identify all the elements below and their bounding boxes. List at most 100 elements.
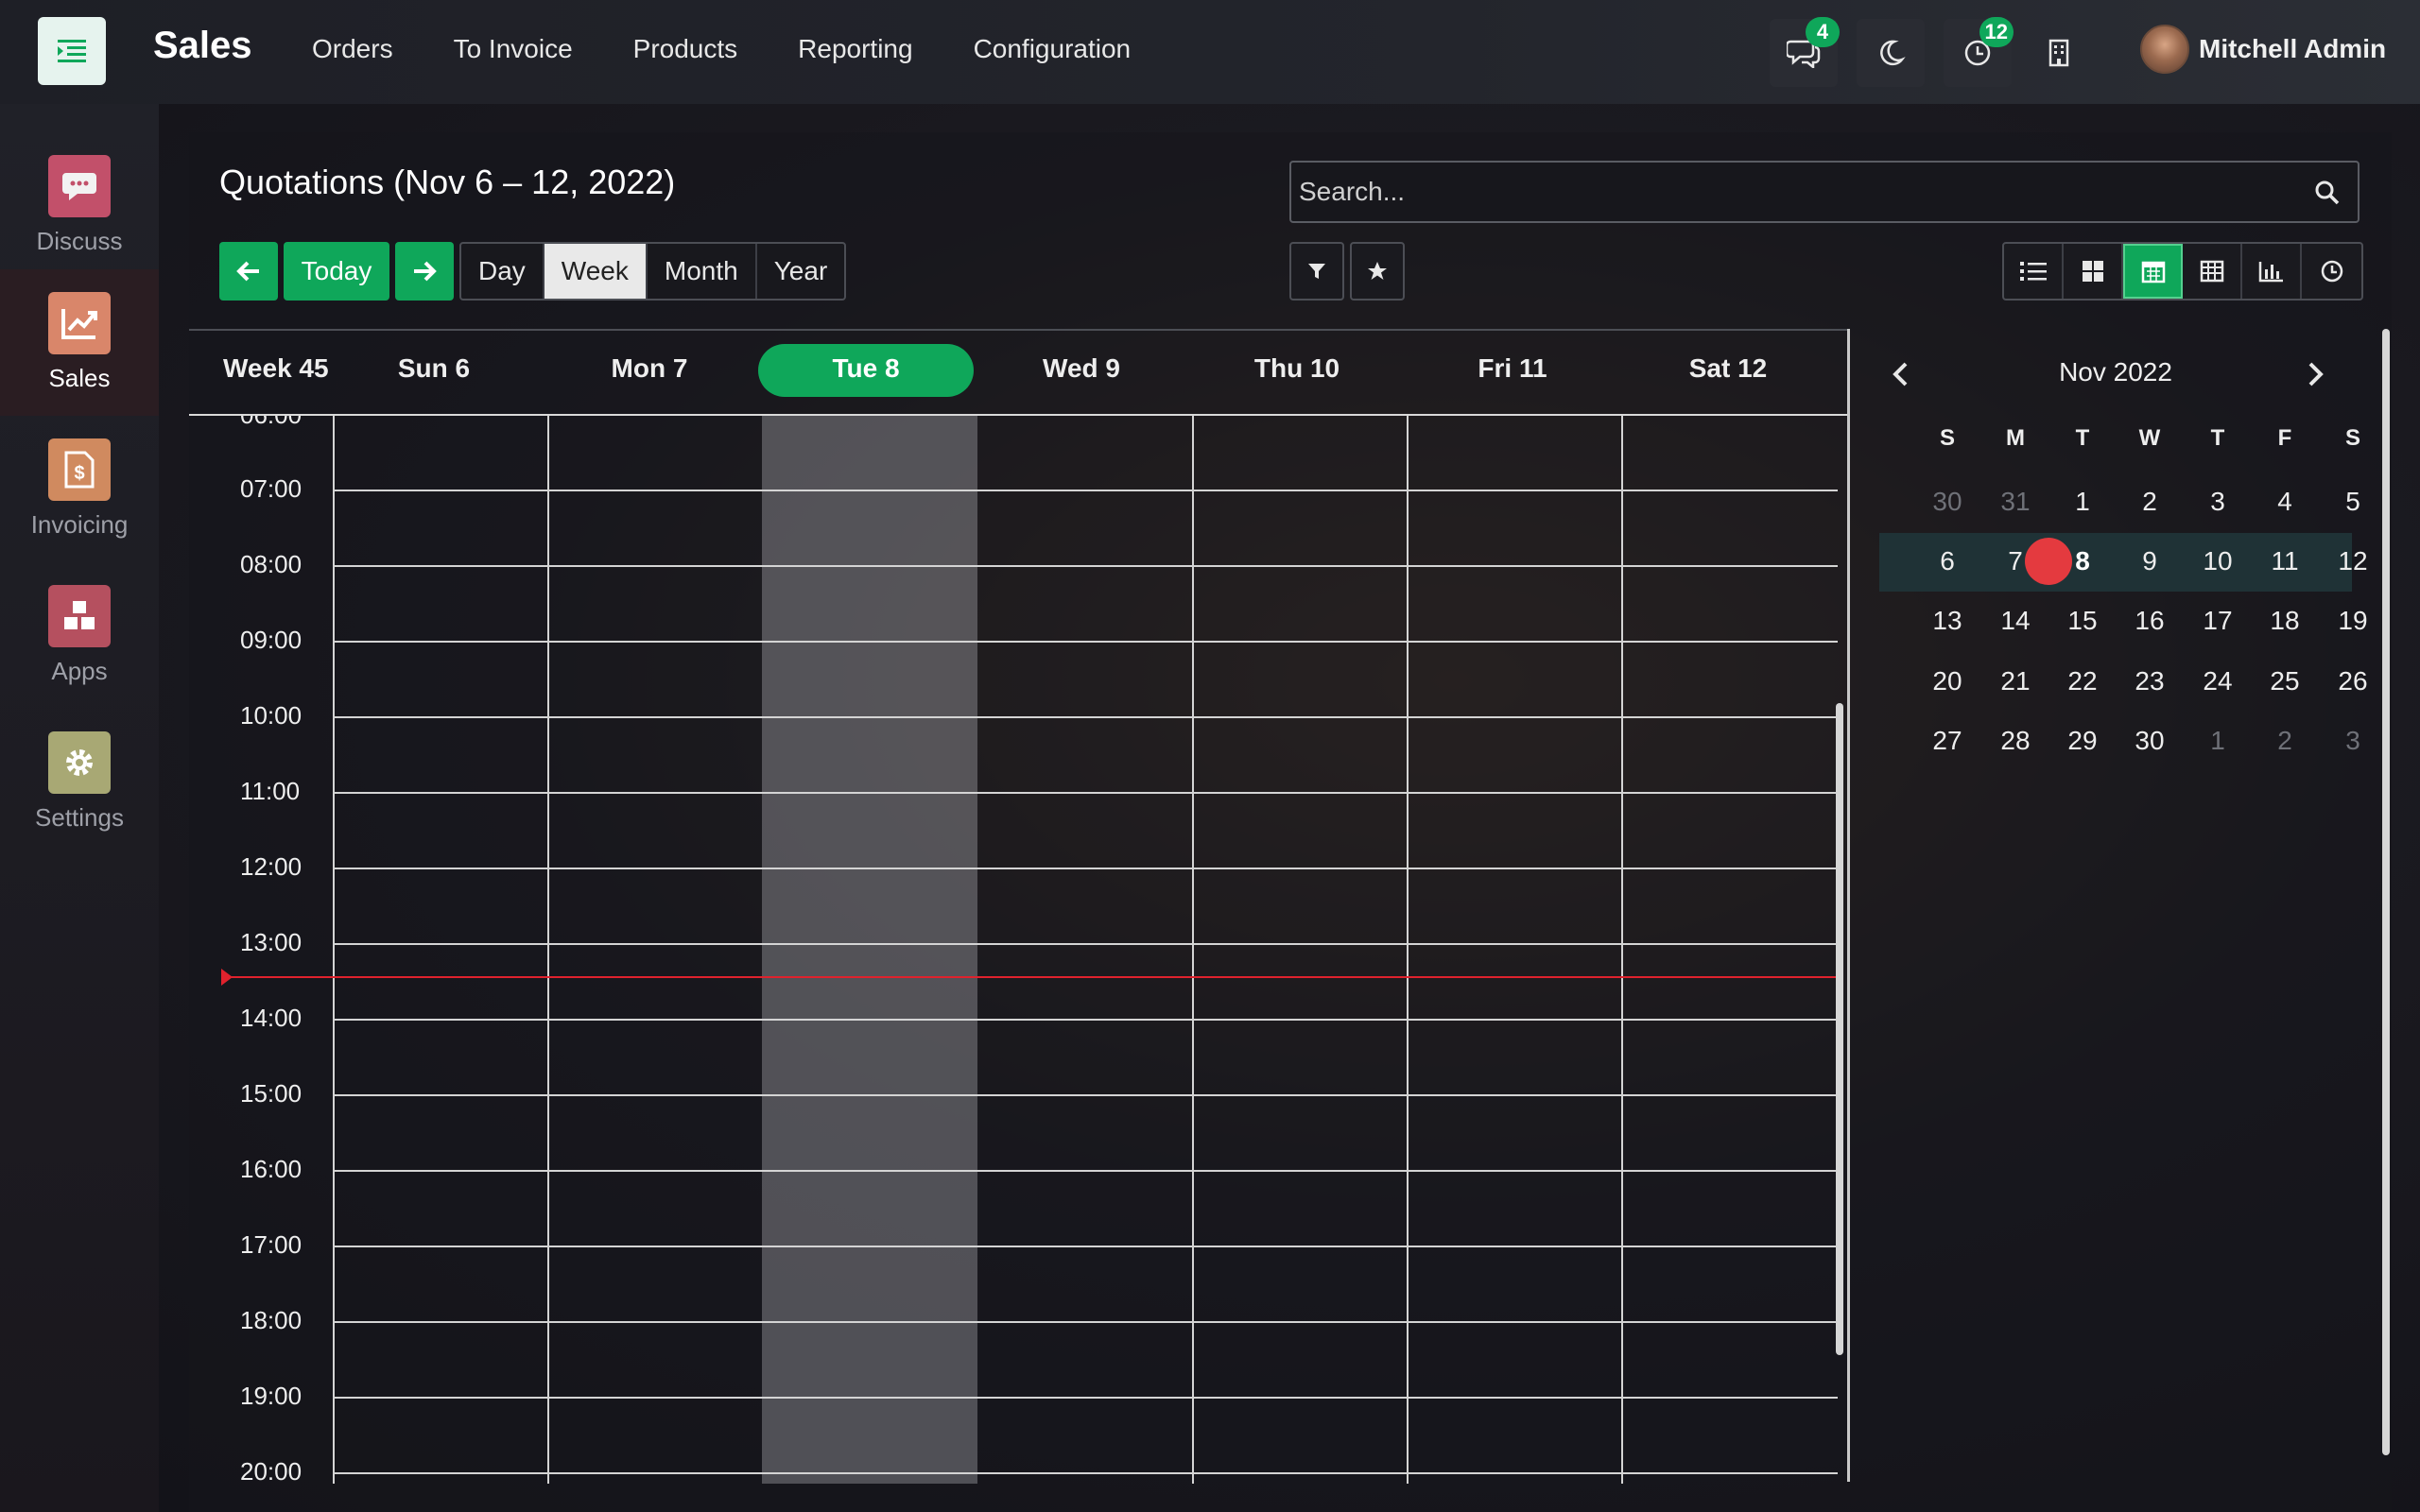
messages-badge: 4 <box>1806 17 1840 47</box>
company-switch-button[interactable] <box>2025 19 2093 87</box>
day-header-wed[interactable]: Wed 9 <box>974 353 1189 384</box>
mini-day[interactable]: 27 <box>1913 726 1981 756</box>
mini-day[interactable]: 16 <box>2116 606 2184 636</box>
user-name: Mitchell Admin <box>2199 34 2387 63</box>
scale-day-button[interactable]: Day <box>461 244 544 299</box>
mini-day[interactable]: 6 <box>1913 546 1981 576</box>
day-header-tue[interactable]: Tue 8 <box>758 353 974 384</box>
mini-day[interactable]: 3 <box>2184 487 2252 517</box>
mini-day[interactable]: 20 <box>1913 666 1981 696</box>
favorites-button[interactable] <box>1350 242 1405 301</box>
sidebar-item-settings[interactable]: Settings <box>0 709 159 855</box>
mini-prev-month-button[interactable] <box>1891 361 1911 392</box>
mini-day[interactable]: 11 <box>2251 546 2319 576</box>
list-view-button[interactable] <box>2004 244 2064 299</box>
mini-day[interactable]: 4 <box>2251 487 2319 517</box>
home-menu-button[interactable] <box>38 17 106 85</box>
mini-day[interactable]: 17 <box>2184 606 2252 636</box>
menu-configuration[interactable]: Configuration <box>974 34 1132 64</box>
hour-label: 15:00 <box>240 1079 302 1108</box>
previous-button[interactable] <box>219 242 278 301</box>
day-header-mon[interactable]: Mon 7 <box>542 353 757 384</box>
calendar-scrollbar[interactable] <box>1836 703 1843 1355</box>
scale-year-button[interactable]: Year <box>757 244 845 299</box>
mini-day[interactable]: 13 <box>1913 606 1981 636</box>
sidebar-item-label: Invoicing <box>30 510 129 539</box>
mini-day[interactable]: 22 <box>2048 666 2117 696</box>
calendar-view-button[interactable] <box>2123 244 2183 299</box>
dark-mode-toggle[interactable] <box>1857 19 1925 87</box>
filter-icon <box>1308 264 1325 279</box>
mini-day[interactable]: 19 <box>2319 606 2387 636</box>
mini-weekday-label: S <box>1939 425 1955 451</box>
hour-line <box>333 565 1838 567</box>
list-icon <box>2019 262 2047 281</box>
sidebar-item-apps[interactable]: Apps <box>0 562 159 709</box>
pivot-view-button[interactable] <box>2183 244 2242 299</box>
mini-day[interactable]: 18 <box>2251 606 2319 636</box>
hour-line <box>333 716 1838 718</box>
activity-menu-button[interactable]: 12 <box>1944 17 2014 87</box>
hour-label: 20:00 <box>240 1457 302 1486</box>
sidebar-item-sales[interactable]: Sales <box>0 269 159 416</box>
day-header-fri[interactable]: Fri 11 <box>1405 353 1620 384</box>
building-icon <box>2048 39 2069 67</box>
menu-to-invoice[interactable]: To Invoice <box>454 34 573 64</box>
mini-day[interactable]: 5 <box>2319 487 2387 517</box>
menu-orders[interactable]: Orders <box>312 34 393 64</box>
search-input[interactable] <box>1299 170 2282 214</box>
sidebar-item-label: Discuss <box>36 227 123 255</box>
day-header-thu[interactable]: Thu 10 <box>1189 353 1405 384</box>
today-button[interactable]: Today <box>284 242 389 301</box>
sidebar-item-invoicing[interactable]: $ Invoicing <box>0 416 159 562</box>
kanban-view-button[interactable] <box>2064 244 2123 299</box>
day-header-sun[interactable]: Sun 6 <box>326 353 542 384</box>
arrow-right-icon <box>414 261 437 282</box>
mini-day[interactable]: 15 <box>2048 606 2117 636</box>
mini-day[interactable]: 12 <box>2319 546 2387 576</box>
mini-day[interactable]: 3 <box>2319 726 2387 756</box>
hour-label: 13:00 <box>240 928 302 956</box>
mini-day[interactable]: 31 <box>1981 487 2049 517</box>
mini-day[interactable]: 23 <box>2116 666 2184 696</box>
day-header-sat[interactable]: Sat 12 <box>1620 353 1836 384</box>
mini-day[interactable]: 24 <box>2184 666 2252 696</box>
sidebar-item-discuss[interactable]: Discuss <box>0 132 159 279</box>
mini-day[interactable]: 9 <box>2116 546 2184 576</box>
chevron-right-icon <box>2308 362 2324 387</box>
mini-day[interactable]: 7 <box>1981 546 2049 576</box>
app-title[interactable]: Sales <box>153 25 252 67</box>
invoice-dollar-icon: $ <box>48 438 111 501</box>
day-divider <box>1621 416 1623 1484</box>
mini-day[interactable]: 2 <box>2251 726 2319 756</box>
mini-day[interactable]: 1 <box>2184 726 2252 756</box>
day-divider <box>547 416 549 1484</box>
mini-day[interactable]: 29 <box>2048 726 2117 756</box>
filter-toggle-button[interactable] <box>1289 242 1344 301</box>
mini-day[interactable]: 1 <box>2048 487 2117 517</box>
user-menu[interactable]: Mitchell Admin <box>2140 25 2386 74</box>
mini-day[interactable]: 30 <box>2116 726 2184 756</box>
next-button[interactable] <box>395 242 454 301</box>
mini-day[interactable]: 21 <box>1981 666 2049 696</box>
scale-week-button[interactable]: Week <box>544 244 648 299</box>
mini-day[interactable]: 25 <box>2251 666 2319 696</box>
search-icon[interactable] <box>2314 180 2341 206</box>
mini-day[interactable]: 8 <box>2048 546 2117 576</box>
mini-weekday-label: S <box>2344 425 2360 451</box>
mini-day[interactable]: 28 <box>1981 726 2049 756</box>
mini-day[interactable]: 10 <box>2184 546 2252 576</box>
hour-line <box>333 943 1838 945</box>
scale-month-button[interactable]: Month <box>648 244 757 299</box>
menu-reporting[interactable]: Reporting <box>798 34 912 64</box>
activity-view-button[interactable] <box>2302 244 2361 299</box>
messaging-menu-button[interactable]: 4 <box>1770 17 1840 87</box>
mini-day[interactable]: 30 <box>1913 487 1981 517</box>
hour-label: 14:00 <box>240 1004 302 1032</box>
menu-products[interactable]: Products <box>633 34 738 64</box>
graph-view-button[interactable] <box>2242 244 2302 299</box>
mini-day[interactable]: 26 <box>2319 666 2387 696</box>
mini-next-month-button[interactable] <box>2305 361 2325 392</box>
mini-day[interactable]: 14 <box>1981 606 2049 636</box>
mini-day[interactable]: 2 <box>2116 487 2184 517</box>
